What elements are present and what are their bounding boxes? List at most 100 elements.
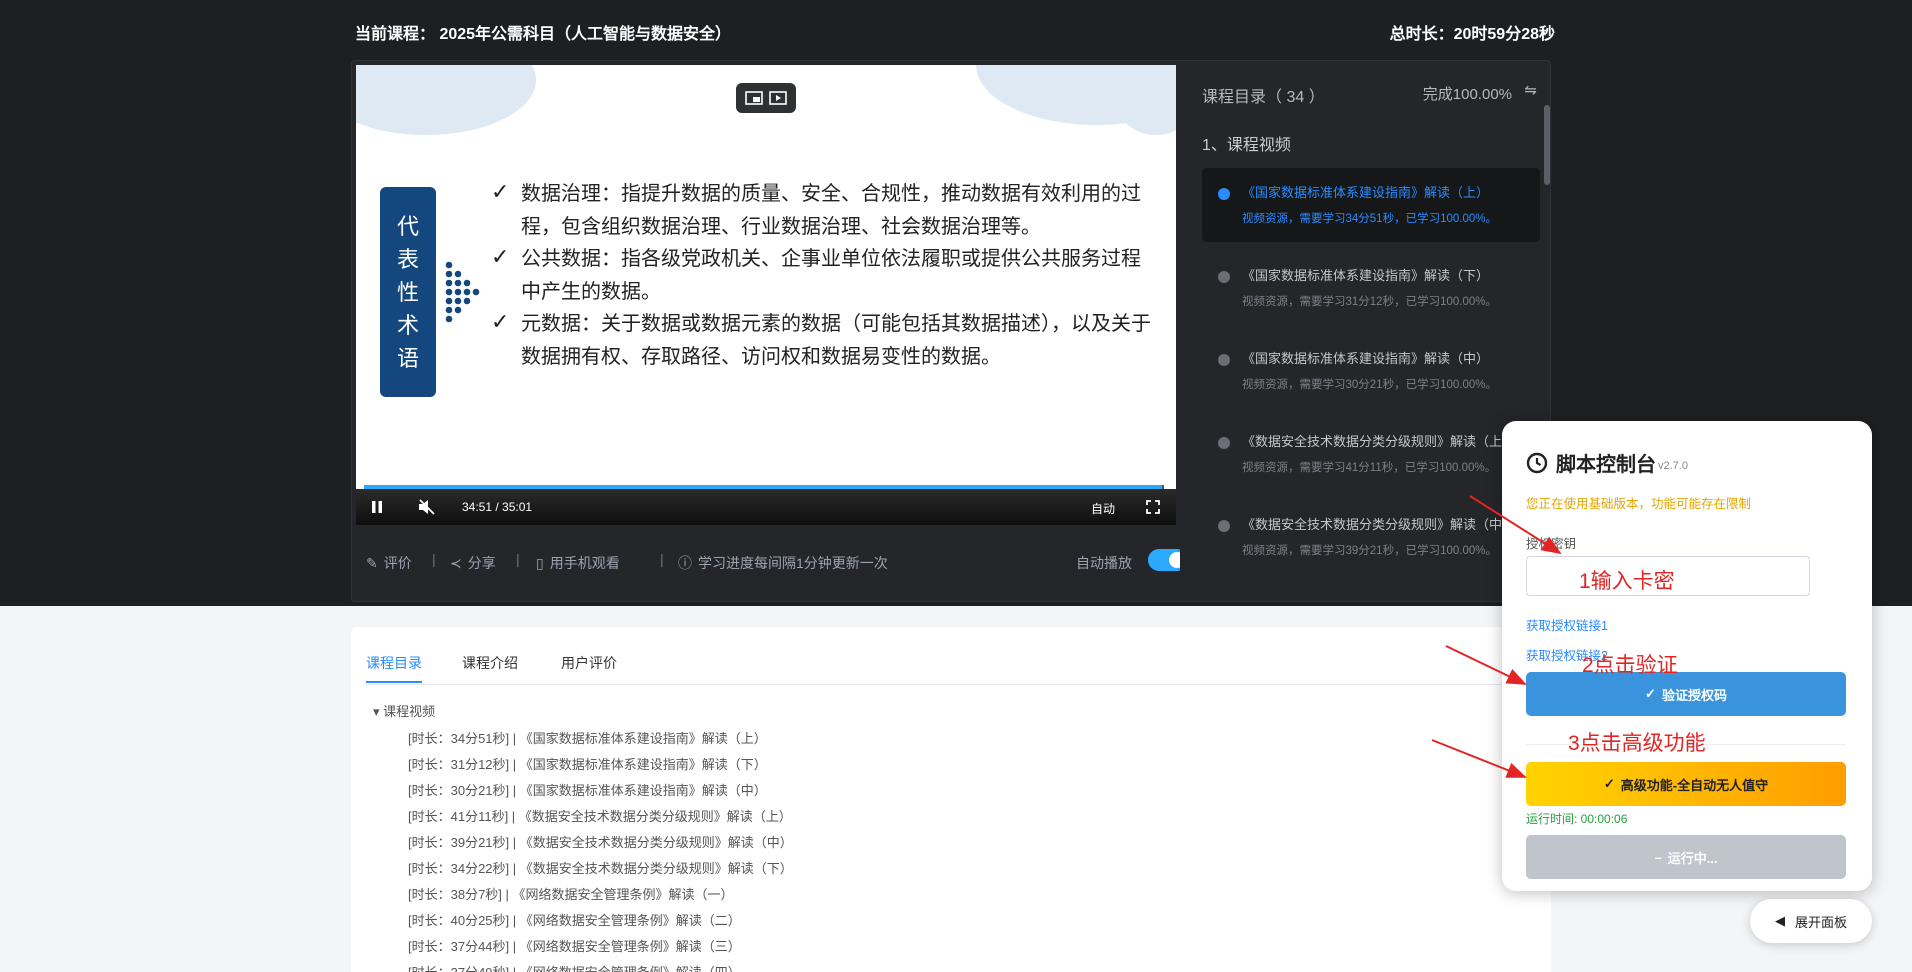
check-icon: ✓ [491,310,510,335]
slide-item: ✓ 公共数据：指各级党政机关、企事业单位依法履职或提供公共服务过程中产生的数据。 [491,242,1156,307]
status-dot [1218,520,1230,532]
lesson-item[interactable]: 《数据安全技术数据分类分级规则》解读（上 视频资源，需要学习41分11秒，已学习… [1202,417,1540,491]
lesson-title: 《数据安全技术数据分类分级规则》解读（上 [1242,434,1503,449]
mini-player-icon[interactable] [768,89,788,107]
tree-item[interactable]: [时长：39分21秒] | 《数据安全技术数据分类分级规则》解读（中） [408,832,793,851]
auth-link-1[interactable]: 获取授权链接1 [1526,615,1608,634]
slide-item-text: 数据治理：指提升数据的质量、安全、合规性，推动数据有效利用的过程，包含组织数据治… [521,181,1141,238]
slide-content: ✓ 数据治理：指提升数据的质量、安全、合规性，推动数据有效利用的过程，包含组织数据… [491,177,1156,372]
divider: | [516,551,520,567]
tree-item[interactable]: [时长：34分51秒] | 《国家数据标准体系建设指南》解读（上） [408,728,767,747]
lesson-status: 视频资源，需要学习41分11秒，已学习100.00%。 [1242,462,1497,474]
lesson-title: 《国家数据标准体系建设指南》解读（下） [1242,268,1490,283]
tree-item[interactable]: [时长：34分22秒] | 《数据安全技术数据分类分级规则》解读（下） [408,858,793,877]
tree-item[interactable]: [时长：37分49秒] | 《网络数据安全管理条例》解读（四） [408,962,741,972]
tab-reviews[interactable]: 用户评价 [561,653,617,681]
tab-catalog[interactable]: 课程目录 [366,653,422,683]
version-badge: v2.7.0 [1658,459,1688,472]
details-tabs: 课程目录 课程介绍 用户评价 [366,653,1536,685]
lesson-title: 《国家数据标准体系建设指南》解读（中） [1242,351,1490,366]
info-icon: ⓘ [678,555,692,571]
share-icon: ≺ [450,554,462,571]
expand-panel-label: 展开面板 [1794,914,1847,930]
status-dot [1218,188,1230,200]
slide-item-text: 元数据：关于数据或数据元素的数据（可能包括其数据描述），以及关于数据拥有权、存取… [521,311,1151,368]
notice-text: 学习进度每间隔1分钟更新一次 [698,555,888,571]
term-char: 表 [396,248,419,273]
completion-text: 完成100.00% [1422,86,1512,103]
tree-item[interactable]: [时长：37分44秒] | 《网络数据安全管理条例》解读（三） [408,936,741,955]
term-box: 代 表 性 术 语 [380,187,436,397]
check-icon: ✓ [1603,776,1615,791]
edit-icon: ✎ [366,554,378,571]
swap-icon[interactable]: ⇋ [1524,81,1537,99]
lesson-status: 视频资源，需要学习39分21秒，已学习100.00%。 [1242,545,1497,557]
lesson-item[interactable]: 《国家数据标准体系建设指南》解读（中） 视频资源，需要学习30分21秒，已学习1… [1202,334,1540,408]
divider: | [432,551,436,567]
tab-intro[interactable]: 课程介绍 [462,653,518,681]
tree-node-label: 课程视频 [383,704,436,719]
share-label: 分享 [467,555,496,571]
tree-item[interactable]: [时长：38分7秒] | 《网络数据安全管理条例》解读（一） [408,884,734,903]
catalog-title: 课程目录（ 34 ） [1202,89,1325,106]
lesson-status: 视频资源，需要学习34分51秒，已学习100.00%。 [1242,213,1497,225]
console-title: 脚本控制台 v2.7.0 [1526,448,1688,477]
course-title: 当前课程： 2025年公需科目（人工智能与数据安全） [355,26,732,43]
verify-button-label: 验证授权码 [1661,687,1727,703]
slide-item: ✓ 元数据：关于数据或数据元素的数据（可能包括其数据描述），以及关于数据拥有权、存… [491,307,1156,372]
pip-controls[interactable] [736,83,796,113]
lesson-item[interactable]: 《国家数据标准体系建设指南》解读（下） 视频资源，需要学习31分12秒，已学习1… [1202,251,1540,325]
tree-node-videos[interactable]: ▾ 课程视频 [373,701,435,720]
tree-item[interactable]: [时长：31分12秒] | 《国家数据标准体系建设指南》解读（下） [408,754,767,773]
slide-item-text: 公共数据：指各级党政机关、企事业单位依法履职或提供公共服务过程中产生的数据。 [521,246,1141,303]
course-details-card: 课程目录 课程介绍 用户评价 ▾ 课程视频 [时长：34分51秒] | 《国家数… [351,627,1551,972]
caret-down-icon: ▾ [373,704,380,719]
script-console-panel: 脚本控制台 v2.7.0 您正在使用基础版本，功能可能存在限制 授权密钥 获取授… [1502,421,1872,891]
version-warning: 您正在使用基础版本，功能可能存在限制 [1526,497,1752,511]
pause-icon[interactable] [370,500,384,514]
phone-icon: ▯ [536,554,544,571]
mobile-watch-button[interactable]: ▯ 用手机观看 [536,553,620,573]
run-time: 运行时间: 00:00:06 [1526,812,1628,826]
catalog-header: 课程目录（ 34 ） 完成100.00% ⇋ [1202,81,1537,107]
lesson-item[interactable]: 《国家数据标准体系建设指南》解读（上） 视频资源，需要学习34分51秒，已学习1… [1202,168,1540,242]
status-dot [1218,354,1230,366]
lesson-title: 《数据安全技术数据分类分级规则》解读（中 [1242,517,1503,532]
pip-icon[interactable] [744,89,764,107]
time-display: 34:51 / 35:01 [462,500,533,514]
autoplay-label: 自动播放 [1076,555,1132,571]
term-char: 代 [396,215,419,240]
dot-arrow-icon [445,261,480,323]
console-title-text: 脚本控制台 [1556,454,1656,476]
advanced-feature-button[interactable]: ✓ 高级功能-全自动无人值守 [1526,762,1846,806]
lesson-status: 视频资源，需要学习30分21秒，已学习100.00%。 [1242,379,1497,391]
auth-key-label: 授权密钥 [1526,537,1577,551]
tree-item[interactable]: [时长：41分11秒] | 《数据安全技术数据分类分级规则》解读（上） [408,806,792,825]
term-char: 性 [396,281,419,306]
check-icon: ✓ [491,245,510,270]
fullscreen-icon[interactable] [1146,500,1160,514]
tree-item[interactable]: [时长：30分21秒] | 《国家数据标准体系建设指南》解读（中） [408,780,767,799]
running-button-label: 运行中... [1667,850,1718,866]
annotation-step-1: 1输入卡密 [1579,570,1675,593]
mobile-label: 用手机观看 [549,555,620,571]
running-button[interactable]: – 运行中... [1526,835,1846,879]
lesson-status: 视频资源，需要学习31分12秒，已学习100.00%。 [1242,296,1497,308]
lesson-item[interactable]: 《数据安全技术数据分类分级规则》解读（中 视频资源，需要学习39分21秒，已学习… [1202,500,1540,574]
rate-button[interactable]: ✎ 评价 [366,553,412,573]
rate-label: 评价 [383,555,412,571]
total-duration: 总时长：20时59分28秒 [1389,26,1555,43]
advanced-button-label: 高级功能-全自动无人值守 [1620,777,1769,793]
scrollbar[interactable] [1544,105,1550,185]
quality-selector[interactable]: 自动 [1091,500,1115,517]
slide-item: ✓ 数据治理：指提升数据的质量、安全、合规性，推动数据有效利用的过程，包含组织数据… [491,177,1156,242]
catalog-section-title: 1、课程视频 [1202,137,1291,154]
mute-icon[interactable] [418,499,436,515]
verify-button[interactable]: ✓ 验证授权码 [1526,672,1846,716]
dash-icon: – [1654,849,1662,865]
divider: | [660,551,664,567]
tree-item[interactable]: [时长：40分25秒] | 《网络数据安全管理条例》解读（二） [408,910,741,929]
video-player[interactable]: 代 表 性 术 语 ✓ 数据治理：指提升数据的质量、安全、合规性，推动数据有效利用… [356,65,1176,525]
expand-panel-button[interactable]: ◀ 展开面板 [1750,899,1872,943]
share-button[interactable]: ≺ 分享 [450,553,496,573]
